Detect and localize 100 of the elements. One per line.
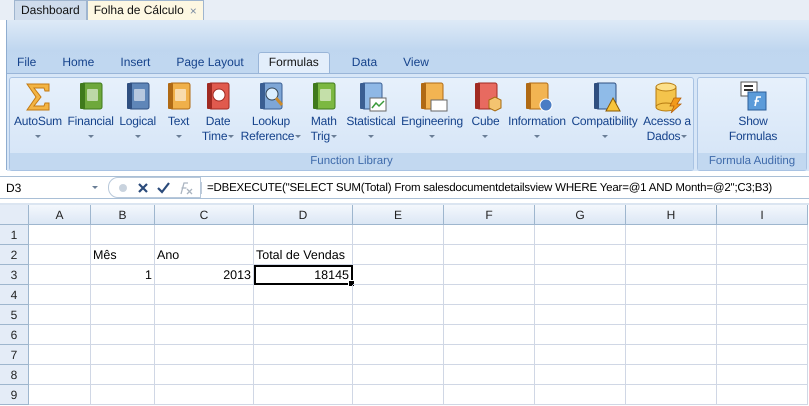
table-cell[interactable] — [254, 325, 353, 345]
ribbon-tab[interactable]: Formulas — [258, 52, 330, 73]
row-header[interactable]: 4 — [0, 285, 29, 305]
document-tab[interactable]: Folha de Cálculo × — [86, 0, 204, 20]
ribbon-button-label[interactable]: Cube — [472, 114, 500, 129]
table-cell[interactable] — [535, 325, 626, 345]
row-header[interactable]: 3 — [0, 265, 29, 285]
table-cell[interactable] — [353, 225, 444, 245]
table-cell[interactable] — [717, 245, 808, 265]
row-header[interactable]: 5 — [0, 305, 29, 325]
table-cell[interactable] — [155, 385, 254, 405]
table-cell[interactable] — [626, 385, 717, 405]
caret-icon[interactable] — [295, 135, 302, 138]
row-header[interactable]: 7 — [0, 345, 29, 365]
table-cell[interactable] — [717, 365, 808, 385]
column-header[interactable]: C — [155, 205, 254, 225]
table-cell[interactable] — [444, 325, 535, 345]
row-header[interactable]: 6 — [0, 325, 29, 345]
ribbon-tab[interactable]: File — [17, 52, 36, 73]
name-box[interactable]: D3 — [0, 180, 92, 194]
column-header[interactable]: I — [717, 205, 808, 225]
table-cell[interactable] — [444, 265, 535, 285]
table-cell[interactable] — [91, 385, 155, 405]
ribbon-tab[interactable]: Insert — [120, 52, 150, 73]
table-cell[interactable] — [444, 365, 535, 385]
fill-handle[interactable] — [348, 280, 355, 287]
table-cell[interactable] — [29, 325, 91, 345]
ribbon-button-label[interactable]: Date — [206, 114, 230, 129]
table-cell[interactable] — [444, 345, 535, 365]
column-header[interactable]: E — [353, 205, 444, 225]
table-cell[interactable] — [353, 245, 444, 265]
table-cell[interactable] — [535, 265, 626, 285]
table-cell[interactable] — [353, 285, 444, 305]
table-cell[interactable] — [626, 345, 717, 365]
caret-icon[interactable] — [88, 135, 94, 138]
caret-icon[interactable] — [681, 135, 688, 138]
cancel-icon[interactable] — [137, 182, 149, 194]
ribbon-button-label[interactable]: Math — [310, 114, 337, 129]
table-cell[interactable] — [155, 365, 254, 385]
row-header[interactable]: 9 — [0, 385, 29, 405]
table-cell[interactable] — [626, 225, 717, 245]
ribbon-tab[interactable]: Page Layout — [176, 52, 244, 73]
table-cell[interactable]: Total de Vendas — [254, 245, 353, 265]
caret-icon[interactable] — [482, 135, 488, 138]
table-cell[interactable] — [155, 225, 254, 245]
table-cell[interactable] — [29, 265, 91, 285]
table-cell[interactable] — [254, 305, 353, 325]
table-cell[interactable] — [29, 345, 91, 365]
table-cell[interactable] — [254, 285, 353, 305]
ribbon-tab[interactable]: View — [403, 52, 429, 73]
caret-icon[interactable] — [134, 135, 141, 138]
caret-icon[interactable] — [602, 135, 608, 138]
caret-icon[interactable] — [331, 135, 337, 138]
table-cell[interactable]: Ano — [155, 245, 254, 265]
ribbon-button-label[interactable]: Statistical — [346, 114, 396, 129]
table-cell[interactable] — [91, 345, 155, 365]
ribbon-button-label[interactable]: Financial — [68, 114, 114, 129]
check-icon[interactable] — [157, 182, 170, 194]
table-cell[interactable] — [444, 385, 535, 405]
column-header[interactable]: G — [535, 205, 626, 225]
table-cell[interactable] — [29, 385, 91, 405]
row-header[interactable]: 1 — [0, 225, 29, 245]
table-cell[interactable] — [535, 345, 626, 365]
table-cell[interactable] — [717, 285, 808, 305]
column-header[interactable]: D — [254, 205, 353, 225]
select-all-corner[interactable] — [0, 205, 29, 225]
table-cell[interactable] — [444, 245, 535, 265]
table-cell[interactable] — [155, 345, 254, 365]
table-cell[interactable] — [155, 325, 254, 345]
table-cell[interactable] — [717, 265, 808, 285]
table-cell[interactable] — [535, 305, 626, 325]
table-cell[interactable] — [91, 225, 155, 245]
ribbon-button-label[interactable]: Acesso a — [643, 114, 691, 129]
table-cell[interactable] — [353, 305, 444, 325]
table-cell[interactable] — [29, 245, 91, 265]
table-cell[interactable] — [535, 385, 626, 405]
ribbon-button-label[interactable]: Logical — [119, 114, 156, 129]
function-icon[interactable] — [178, 180, 194, 194]
ribbon-button-label[interactable]: Lookup — [252, 114, 290, 129]
table-cell[interactable] — [717, 305, 808, 325]
ribbon-button-label[interactable]: Information — [508, 114, 566, 129]
caret-icon[interactable] — [34, 135, 41, 138]
table-cell[interactable]: 18145 — [254, 265, 353, 285]
ribbon-button-label[interactable]: Engineering — [401, 114, 463, 129]
caret-icon[interactable] — [176, 135, 182, 138]
table-cell[interactable] — [535, 285, 626, 305]
ribbon-button-label[interactable]: Dados — [646, 129, 680, 144]
table-cell[interactable] — [444, 305, 535, 325]
table-cell[interactable] — [717, 325, 808, 345]
table-cell[interactable] — [535, 365, 626, 385]
table-cell[interactable] — [155, 285, 254, 305]
table-cell[interactable] — [353, 365, 444, 385]
table-cell[interactable] — [717, 345, 808, 365]
table-cell[interactable] — [29, 225, 91, 245]
table-cell[interactable]: Mês — [91, 245, 155, 265]
table-cell[interactable] — [254, 365, 353, 385]
table-cell[interactable] — [29, 285, 91, 305]
column-header[interactable]: A — [29, 205, 91, 225]
table-cell[interactable] — [91, 365, 155, 385]
table-cell[interactable] — [91, 285, 155, 305]
